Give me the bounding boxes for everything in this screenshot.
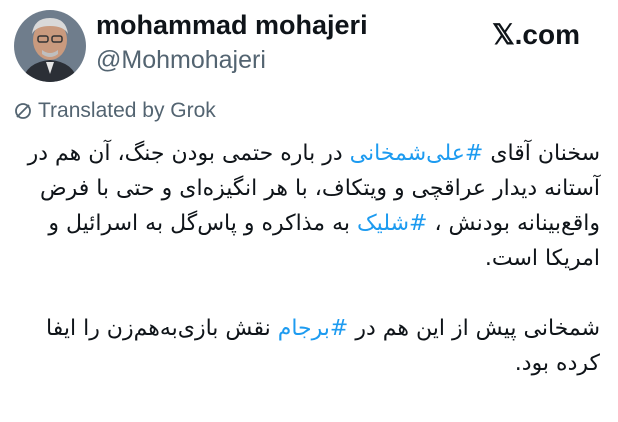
profile-photo: [14, 10, 86, 82]
avatar[interactable]: [14, 10, 86, 82]
hashtag-link[interactable]: #برجام: [278, 316, 349, 341]
hashtag-link[interactable]: #شلیک: [357, 211, 427, 236]
tweet-text: سخنان آقای #علی‌شمخانی در باره حتمی بودن…: [14, 136, 600, 381]
paragraph-2: شمخانی پیش از این هم در #برجام نقش بازی‌…: [14, 311, 600, 381]
author-handle[interactable]: @Mohmohajeri: [96, 46, 266, 75]
author-name[interactable]: mohammad mohajeri: [96, 10, 368, 41]
translate-icon: [14, 102, 32, 120]
hashtag-link[interactable]: #علی‌شمخانی: [350, 141, 484, 166]
paragraph-1: سخنان آقای #علی‌شمخانی در باره حتمی بودن…: [14, 136, 600, 276]
x-logo: 𝕏.com: [492, 19, 580, 50]
text-segment: شمخانی پیش از این هم در: [348, 316, 600, 341]
translated-by-grok[interactable]: Translated by Grok: [14, 99, 216, 123]
text-segment: سخنان آقای: [483, 141, 600, 166]
translated-label: Translated by Grok: [38, 99, 216, 122]
